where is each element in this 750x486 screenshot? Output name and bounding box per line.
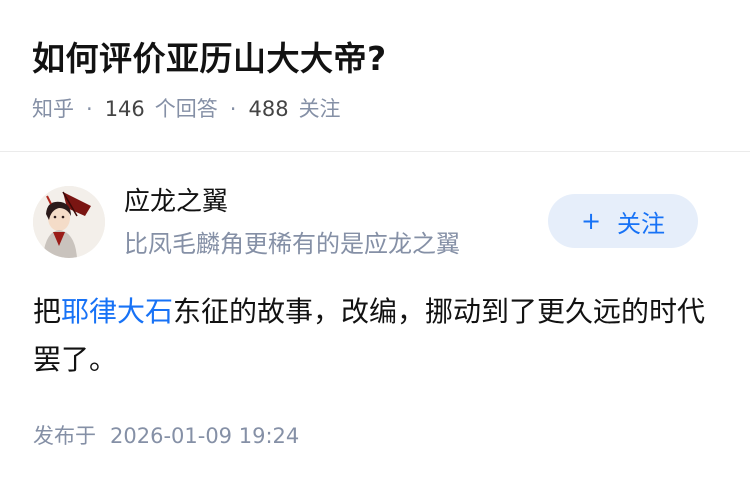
- answer-count: 146: [104, 97, 145, 121]
- follow-button[interactable]: + 关注: [548, 194, 698, 248]
- follow-button-label: 关注: [617, 209, 666, 238]
- question-title[interactable]: 如何评价亚历山大大帝?: [32, 36, 387, 82]
- answer-content[interactable]: 把耶律大石东征的故事，改编，挪动到了更久远的时代罢了。: [33, 288, 713, 384]
- meta-separator-2: ·: [229, 97, 237, 121]
- author-name[interactable]: 应龙之翼: [124, 184, 228, 220]
- plus-icon: +: [580, 207, 602, 235]
- section-divider: [0, 151, 750, 152]
- answer-text-prefix: 把: [33, 295, 62, 328]
- author-bio: 比凤毛麟角更稀有的是应龙之翼: [124, 230, 460, 258]
- avatar-image-icon: [33, 186, 105, 258]
- follower-count-label: 关注: [298, 97, 341, 121]
- published-date: 2026-01-09 19:24: [110, 424, 300, 448]
- published-info: 发布于 2026-01-09 19:24: [33, 421, 299, 451]
- author-avatar[interactable]: [33, 186, 105, 258]
- source-label[interactable]: 知乎: [32, 94, 74, 124]
- answer-topic-link[interactable]: 耶律大石: [61, 295, 173, 328]
- answer-count-label: 个回答: [154, 97, 218, 121]
- question-meta: 知乎 · 146 个回答 · 488 关注: [32, 94, 341, 124]
- meta-separator: ·: [86, 97, 93, 121]
- follower-count: 488: [248, 97, 289, 121]
- published-label: 发布于: [33, 424, 96, 448]
